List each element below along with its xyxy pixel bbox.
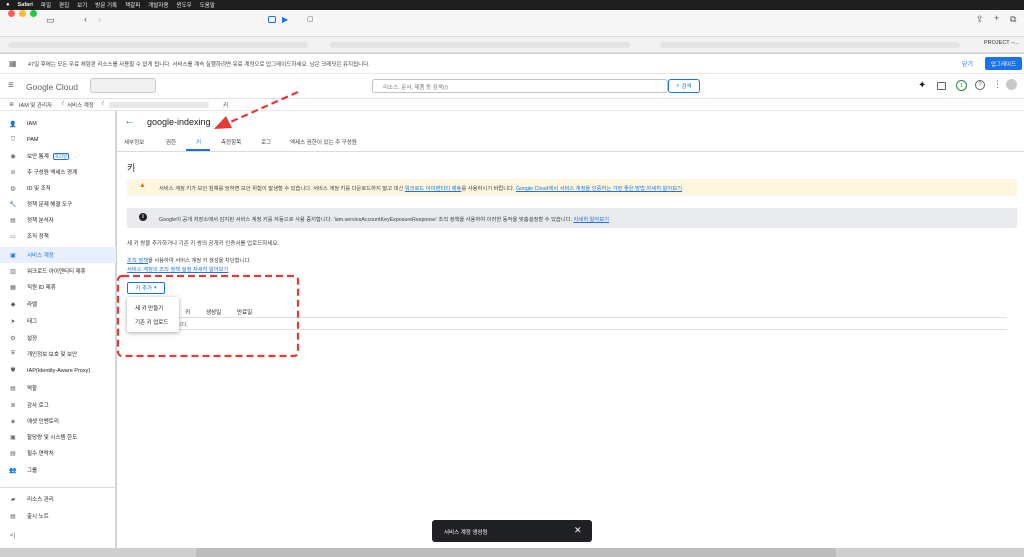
annotation-dashed-box [116, 274, 300, 358]
toast-text: 서비스 계정 생성됨 [444, 530, 488, 536]
macos-dock [196, 548, 836, 557]
annotation-overlay [116, 90, 300, 358]
annotation-arrow-head [214, 116, 232, 129]
toast-close-button[interactable]: ✕ [574, 525, 582, 536]
toast-notification: 서비스 계정 생성됨 ✕ [432, 520, 592, 542]
annotation-arrow-line [225, 90, 299, 126]
